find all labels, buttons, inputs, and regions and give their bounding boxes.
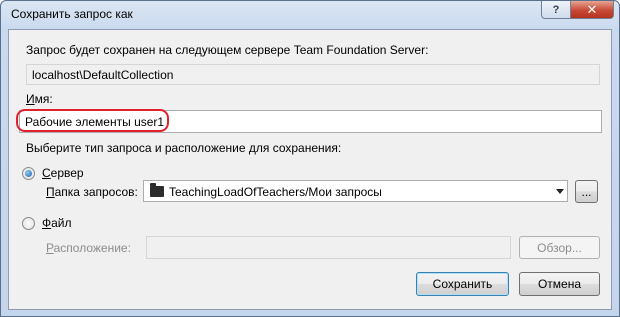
location-input[interactable] [146, 236, 511, 259]
cancel-button-label: Отмена [537, 277, 582, 291]
query-folder-browse-button[interactable]: ... [575, 180, 598, 203]
chevron-down-icon[interactable] [556, 189, 564, 194]
server-radio[interactable] [22, 167, 35, 180]
location-browse-button[interactable]: Обзор... [519, 236, 600, 259]
query-folder-value: TeachingLoadOfTeachers/Мои запросы [169, 185, 382, 199]
name-label: Имя: [26, 92, 53, 106]
browse-button-label: ... [581, 184, 592, 199]
dialog-title: Сохранить запрос как [11, 7, 133, 21]
radio-selected-dot [25, 170, 32, 177]
save-query-dialog: Сохранить запрос как ? ✕ Запрос будет со… [0, 0, 620, 317]
help-button[interactable]: ? [541, 1, 571, 19]
server-radio-label[interactable]: Сервер [42, 166, 84, 180]
choose-type-label: Выберите тип запроса и расположение для … [26, 141, 342, 155]
server-value-field: localhost\DefaultCollection [26, 64, 600, 85]
close-button[interactable]: ✕ [570, 1, 614, 19]
file-radio-label[interactable]: Файл [42, 216, 72, 230]
query-folder-select[interactable]: TeachingLoadOfTeachers/Мои запросы [143, 180, 568, 202]
save-button[interactable]: Сохранить [416, 272, 509, 296]
dialog-body: Запрос будет сохранен на следующем серве… [8, 29, 612, 310]
server-value: localhost\DefaultCollection [32, 68, 174, 82]
close-icon: ✕ [586, 1, 598, 17]
location-label: Расположение: [46, 241, 131, 255]
file-radio[interactable] [22, 217, 35, 230]
folder-icon [150, 183, 164, 197]
help-icon: ? [552, 3, 560, 16]
query-folder-label: Папка запросов: [46, 185, 138, 199]
title-bar: Сохранить запрос как ? ✕ [1, 1, 619, 29]
save-button-label: Сохранить [432, 277, 493, 291]
location-browse-label: Обзор... [537, 240, 582, 255]
name-highlight-annotation [16, 109, 169, 132]
cancel-button[interactable]: Отмена [519, 272, 600, 296]
server-info-label: Запрос будет сохранен на следующем серве… [26, 43, 429, 57]
